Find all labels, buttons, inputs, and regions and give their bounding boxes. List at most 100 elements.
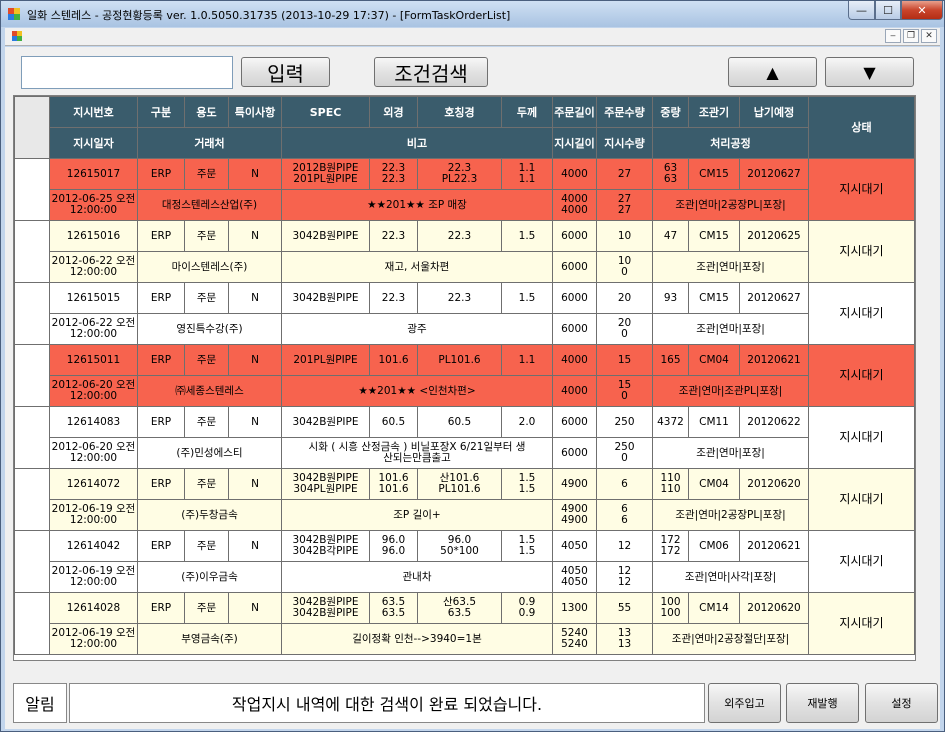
order-no-cell[interactable]: 12615017	[49, 158, 138, 190]
type-cell[interactable]: ERP	[137, 592, 185, 624]
column-header[interactable]: 지시번호	[49, 96, 138, 128]
row-header[interactable]	[14, 158, 50, 221]
client-cell[interactable]: 부영금속(주)	[137, 623, 282, 655]
order-no-cell[interactable]: 12614028	[49, 592, 138, 624]
reissue-button[interactable]: 재발행	[786, 683, 859, 723]
spec-cell[interactable]: 3042B원PIPE 3042B원PIPE	[281, 592, 370, 624]
mill-cell[interactable]: CM11	[688, 406, 740, 438]
client-cell[interactable]: 영진특수강(주)	[137, 313, 282, 345]
nominal-cell[interactable]: 22.3	[417, 220, 502, 252]
type-cell[interactable]: ERP	[137, 530, 185, 562]
instruction-length-cell[interactable]: 6000	[552, 251, 597, 283]
table-row[interactable]: 12615015 ERP 주문 N 3042B원PIPE 22.3 22.3 1.5 6000 2…	[14, 282, 915, 345]
row-header[interactable]	[14, 592, 50, 655]
row-header[interactable]	[14, 344, 50, 407]
row-header[interactable]	[14, 406, 50, 469]
remark-cell[interactable]: 재고, 서울차편	[281, 251, 553, 283]
usage-cell[interactable]: 주문	[184, 530, 229, 562]
remark-cell[interactable]: 조P 길이+	[281, 499, 553, 531]
table-row[interactable]: 2012-06-22 오전 12:00:00 영진특수강(주) 광주 6000 20 0 조관…	[15, 313, 915, 345]
column-header[interactable]: 처리공정	[652, 127, 809, 159]
spec-cell[interactable]: 3042B원PIPE 3042B각PIPE	[281, 530, 370, 562]
type-cell[interactable]: ERP	[137, 220, 185, 252]
weight-cell[interactable]: 172 172	[652, 530, 689, 562]
due-date-cell[interactable]: 20120620	[739, 468, 809, 500]
table-row[interactable]: 12615011 ERP 주문 N 201PL원PIPE 101.6 PL101.6 1.1 4…	[14, 344, 915, 407]
order-no-cell[interactable]: 12614083	[49, 406, 138, 438]
table-row[interactable]: 2012-06-25 오전 12:00:00 대정스텐레스산업(주) ★★201★★ …	[15, 189, 915, 221]
remark-cell[interactable]: ★★201★★ 조P 매장	[281, 189, 553, 221]
type-cell[interactable]: ERP	[137, 344, 185, 376]
order-date-cell[interactable]: 2012-06-22 오전 12:00:00	[49, 251, 138, 283]
mill-cell[interactable]: CM04	[688, 468, 740, 500]
outsource-receipt-button[interactable]: 외주입고	[708, 683, 781, 723]
order-date-cell[interactable]: 2012-06-19 오전 12:00:00	[49, 561, 138, 593]
spec-cell[interactable]: 3042B원PIPE	[281, 220, 370, 252]
status-cell[interactable]: 지시대기	[808, 158, 915, 221]
od-cell[interactable]: 22.3	[369, 220, 418, 252]
status-cell[interactable]: 지시대기	[808, 468, 915, 531]
mill-cell[interactable]: CM14	[688, 592, 740, 624]
table-row[interactable]: 12614028 ERP 주문 N 3042B원PIPE 3042B원PIPE 63.5 63…	[14, 592, 915, 655]
thickness-cell[interactable]: 1.1 1.1	[501, 158, 553, 190]
spec-cell[interactable]: 3042B원PIPE	[281, 406, 370, 438]
column-header[interactable]: 구분	[137, 96, 185, 128]
od-cell[interactable]: 63.5 63.5	[369, 592, 418, 624]
nominal-cell[interactable]: 22.3 PL22.3	[417, 158, 502, 190]
spec-cell[interactable]: 3042B원PIPE 304PL원PIPE	[281, 468, 370, 500]
usage-cell[interactable]: 주문	[184, 592, 229, 624]
maximize-button[interactable]: ☐	[875, 1, 901, 20]
child-window-icon[interactable]	[11, 30, 25, 43]
order-qty-cell[interactable]: 15	[596, 344, 653, 376]
weight-cell[interactable]: 47	[652, 220, 689, 252]
due-date-cell[interactable]: 20120620	[739, 592, 809, 624]
mill-cell[interactable]: CM15	[688, 158, 740, 190]
column-header[interactable]: 두께	[501, 96, 553, 128]
column-header[interactable]: 외경	[369, 96, 418, 128]
column-header[interactable]: SPEC	[281, 96, 370, 128]
child-close-icon[interactable]: ✕	[921, 29, 937, 43]
task-order-grid[interactable]: 지시번호 구분 용도 특이사항 SPEC 외경 호칭경 두께 주문길이 주문수량…	[13, 95, 916, 661]
due-date-cell[interactable]: 20120627	[739, 282, 809, 314]
client-cell[interactable]: (주)이우금속	[137, 561, 282, 593]
child-minimize-icon[interactable]: ‒	[885, 29, 901, 43]
column-header[interactable]: 중량	[652, 96, 689, 128]
special-cell[interactable]: N	[228, 220, 282, 252]
due-date-cell[interactable]: 20120625	[739, 220, 809, 252]
special-cell[interactable]: N	[228, 592, 282, 624]
column-header[interactable]: 특이사항	[228, 96, 282, 128]
instruction-qty-cell[interactable]: 20 0	[596, 313, 653, 345]
order-length-cell[interactable]: 4900	[552, 468, 597, 500]
order-length-cell[interactable]: 4000	[552, 344, 597, 376]
order-date-cell[interactable]: 2012-06-19 오전 12:00:00	[49, 499, 138, 531]
instruction-qty-cell[interactable]: 250 0	[596, 437, 653, 469]
spec-cell[interactable]: 3042B원PIPE	[281, 282, 370, 314]
order-no-cell[interactable]: 12615015	[49, 282, 138, 314]
table-row[interactable]: 12614072 ERP 주문 N 3042B원PIPE 304PL원PIPE 101.6 1…	[14, 468, 915, 531]
row-header[interactable]	[14, 530, 50, 593]
instruction-length-cell[interactable]: 4050 4050	[552, 561, 597, 593]
table-row[interactable]: 12615017 ERP 주문 N 2012B원PIPE 201PL원PIPE 22.3 22…	[14, 158, 915, 221]
type-cell[interactable]: ERP	[137, 406, 185, 438]
instruction-length-cell[interactable]: 6000	[552, 313, 597, 345]
thickness-cell[interactable]: 1.5 1.5	[501, 468, 553, 500]
weight-cell[interactable]: 165	[652, 344, 689, 376]
special-cell[interactable]: N	[228, 158, 282, 190]
column-header[interactable]: 호칭경	[417, 96, 502, 128]
od-cell[interactable]: 22.3	[369, 282, 418, 314]
od-cell[interactable]: 101.6	[369, 344, 418, 376]
order-length-cell[interactable]: 6000	[552, 282, 597, 314]
special-cell[interactable]: N	[228, 406, 282, 438]
table-row[interactable]: 2012-06-20 오전 12:00:00 (주)민성에스티 시화 ( 시흥 산정금…	[15, 437, 915, 469]
order-date-cell[interactable]: 2012-06-22 오전 12:00:00	[49, 313, 138, 345]
usage-cell[interactable]: 주문	[184, 406, 229, 438]
table-row[interactable]: 2012-06-20 오전 12:00:00 ㈜세종스텐레스 ★★201★★ <인천차…	[15, 375, 915, 407]
instruction-length-cell[interactable]: 5240 5240	[552, 623, 597, 655]
instruction-length-cell[interactable]: 4900 4900	[552, 499, 597, 531]
special-cell[interactable]: N	[228, 344, 282, 376]
thickness-cell[interactable]: 0.9 0.9	[501, 592, 553, 624]
order-length-cell[interactable]: 6000	[552, 220, 597, 252]
order-date-cell[interactable]: 2012-06-20 오전 12:00:00	[49, 375, 138, 407]
type-cell[interactable]: ERP	[137, 282, 185, 314]
order-qty-cell[interactable]: 12	[596, 530, 653, 562]
